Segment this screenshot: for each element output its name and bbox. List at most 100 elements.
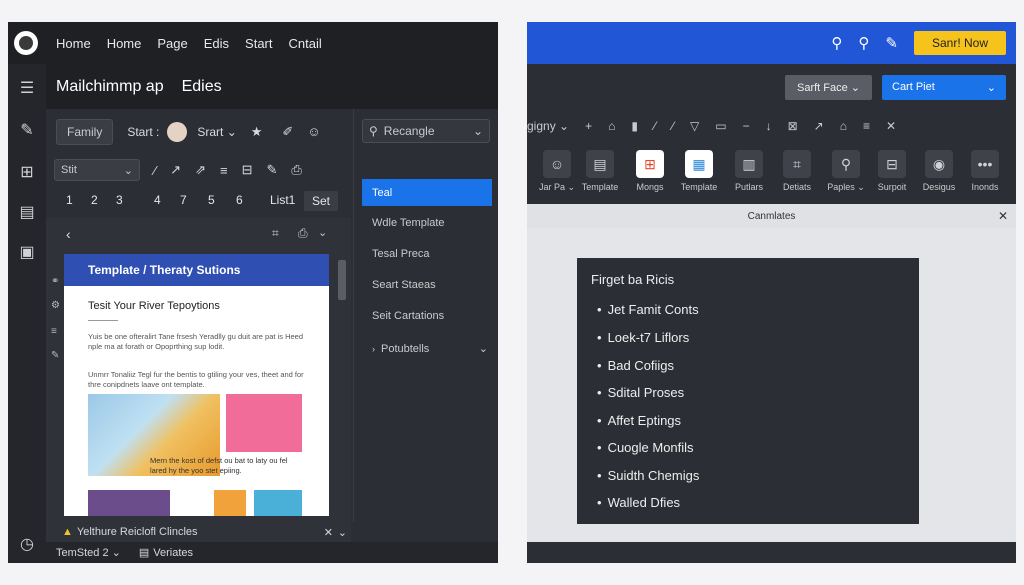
page-number[interactable]: 4: [154, 193, 161, 207]
page-number[interactable]: 7: [180, 193, 187, 207]
clock-icon[interactable]: ◷: [8, 534, 46, 554]
nav-item-cntail[interactable]: Cntail: [289, 36, 322, 51]
left-rail: ☰ ✎ ⊞ ▤ ▣ ◷: [8, 64, 46, 563]
template-paragraph: Yuis be one ofteralirt Tane frsesh Yerad…: [88, 332, 303, 351]
scrollbar[interactable]: [338, 260, 346, 300]
brush-icon[interactable]: ⁄: [672, 119, 674, 133]
sidebar-item-wide-template[interactable]: Wdle Template: [362, 209, 492, 236]
ribbon-item[interactable]: ••• Inonds: [955, 150, 1015, 192]
minus-icon[interactable]: −: [743, 119, 750, 133]
document-icon[interactable]: ⎙: [291, 162, 301, 178]
grid-icon[interactable]: ⊞: [8, 162, 46, 182]
pencil-icon[interactable]: ✎: [51, 350, 59, 361]
back-icon[interactable]: ‹: [66, 226, 71, 242]
list-icon[interactable]: ≡: [863, 119, 870, 133]
sidebar-item-seart-staeas[interactable]: Seart Staeas: [362, 271, 492, 298]
list-item[interactable]: Bad Cofiigs: [597, 358, 674, 373]
nav-item-start[interactable]: Start: [245, 36, 272, 51]
close-icon[interactable]: ✕: [324, 526, 333, 539]
download-icon[interactable]: ↓: [766, 119, 772, 133]
filter-icon[interactable]: ▽: [690, 119, 699, 133]
frame-icon[interactable]: ▭: [715, 119, 726, 133]
sidebar-item-tesal-preca[interactable]: Tesal Preca: [362, 240, 492, 267]
list-item[interactable]: Walled Dfies: [597, 495, 680, 510]
page-number[interactable]: 5: [208, 193, 215, 207]
divider: [88, 320, 118, 321]
crop-icon[interactable]: ⌗: [272, 226, 279, 241]
style-select[interactable]: Stit ⌄: [54, 159, 140, 181]
page-number[interactable]: 1: [66, 193, 73, 207]
template-select[interactable]: TemSted 2 ⌄: [56, 546, 121, 559]
image-icon[interactable]: ▣: [8, 242, 46, 262]
list-item[interactable]: Affet Eptings: [597, 413, 681, 428]
page-number[interactable]: 6: [236, 193, 243, 207]
search-input[interactable]: ⚲ Recangle ⌄: [362, 119, 490, 143]
list-item[interactable]: Sdital Proses: [597, 385, 685, 400]
list-icon: ▤: [138, 547, 150, 559]
soft-face-button[interactable]: Sarft Face ⌄: [784, 74, 872, 100]
arrow-ne-icon[interactable]: ↗: [814, 119, 824, 133]
slash-icon[interactable]: ⁄: [154, 163, 156, 178]
design-icon: ◉: [925, 150, 953, 178]
list-item[interactable]: Loek-t7 Liflors: [597, 330, 690, 345]
sidebar-item-teal[interactable]: Teal: [362, 179, 492, 206]
nav-item-home-2[interactable]: Home: [107, 36, 142, 51]
cart-piet-button[interactable]: Cart Piet ⌄: [882, 74, 1006, 100]
list-icon[interactable]: ≡: [51, 326, 57, 337]
marker-icon[interactable]: ▮: [631, 119, 638, 133]
edit-icon[interactable]: ✐: [282, 124, 293, 140]
template-paragraph: Unmrr Tonaliiz Tegl fur the bentis to gt…: [88, 370, 304, 389]
sidebar-item-potubtells[interactable]: › Potubtells ⌄: [362, 335, 492, 362]
pink-image: [226, 394, 302, 452]
format-dropdown[interactable]: gigny ⌄: [527, 119, 569, 133]
template-preview[interactable]: Template / Theraty Sutions Tesit Your Ri…: [64, 254, 329, 516]
list-item[interactable]: Jet Famit Conts: [597, 302, 699, 317]
close-icon[interactable]: ✕: [886, 119, 896, 133]
nav-item-page[interactable]: Page: [157, 36, 187, 51]
list-item[interactable]: Cuogle Monfils: [597, 440, 694, 455]
settings-icon[interactable]: ⚙: [51, 300, 60, 311]
search-icon[interactable]: ⚲: [831, 34, 842, 52]
page-number[interactable]: 2: [91, 193, 98, 207]
avatar[interactable]: [167, 121, 188, 142]
arrow-ne-icon[interactable]: ↗: [170, 162, 181, 178]
lock-icon[interactable]: ⌂: [840, 119, 847, 133]
list-item[interactable]: Suidth Chemigs: [597, 468, 700, 483]
columns-icon[interactable]: ⊟: [242, 162, 253, 178]
chevron-down-icon[interactable]: ⌄: [338, 526, 347, 539]
srart-dropdown[interactable]: Srart ⌄: [197, 125, 236, 139]
close-icon[interactable]: ✕: [998, 209, 1008, 223]
plus-icon[interactable]: +: [585, 119, 592, 133]
nav-item-home[interactable]: Home: [56, 36, 91, 51]
ribbon: ☺ Jar Pa ⌄ ▤ Template ⊞ Mongs ▦ Template ▥ Pu…: [527, 142, 1016, 204]
start-now-button[interactable]: Sanr! Now: [913, 31, 1006, 55]
variants-label[interactable]: Veriates: [153, 547, 193, 559]
align-icon[interactable]: ≡: [220, 163, 228, 178]
set-button[interactable]: Set: [304, 191, 339, 211]
menu-icon[interactable]: ☰: [8, 78, 46, 98]
list-label[interactable]: List1: [270, 193, 295, 207]
zoom-icon[interactable]: ⚲: [858, 34, 869, 52]
lock-icon[interactable]: ⎙: [298, 226, 308, 241]
ribbon-label: Inonds: [971, 182, 999, 192]
pen-icon[interactable]: ✎: [885, 34, 898, 52]
link-icon[interactable]: ⚭: [51, 276, 59, 287]
tag-icon[interactable]: ⌂: [608, 119, 615, 133]
crop-icon[interactable]: ⊠: [788, 119, 798, 133]
star-icon[interactable]: ★: [251, 124, 263, 140]
pencil-icon[interactable]: ✎: [8, 120, 46, 140]
mailchimp-logo-icon[interactable]: [14, 31, 38, 55]
tab-title[interactable]: Canmlates: [748, 211, 796, 222]
pen-icon[interactable]: ✎: [266, 162, 277, 178]
page-number[interactable]: 3: [116, 193, 123, 207]
chevron-down-icon[interactable]: ⌄: [318, 226, 327, 239]
left-window: Home Home Page Edis Start Cntail ☰ ✎ ⊞ ▤…: [8, 22, 498, 563]
chevron-right-icon: ›: [372, 343, 375, 354]
layout-icon[interactable]: ▤: [8, 202, 46, 222]
sidebar-item-seit-cartations[interactable]: Seit Cartations: [362, 302, 492, 329]
user-icon[interactable]: ☺: [307, 124, 320, 139]
slash-icon[interactable]: ⁄: [654, 119, 656, 133]
arrow-up-right-icon[interactable]: ⇗: [195, 162, 206, 178]
nav-item-edis[interactable]: Edis: [204, 36, 229, 51]
font-family-select[interactable]: Family: [56, 118, 114, 145]
